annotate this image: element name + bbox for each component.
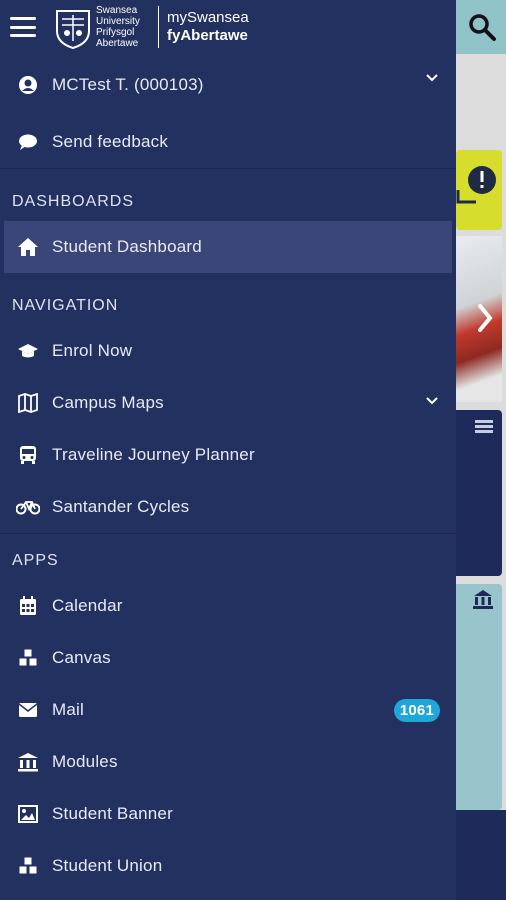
section-header-apps: APPS [12,552,59,569]
chevron-down-icon[interactable] [426,72,438,84]
sidebar-item-label: Calendar [52,596,123,615]
user-circle-icon [16,73,40,97]
institution-icon [473,590,493,609]
sidebar-item-calendar[interactable]: Calendar [0,580,456,632]
sidebar-item-enrol-now[interactable]: Enrol Now [0,325,456,377]
sidebar-item-label: Modules [52,752,118,771]
dashboard-card[interactable] [456,410,502,576]
chevron-right-icon[interactable] [456,236,502,402]
bottom-bar [456,810,506,900]
sidebar-item-label: Student Banner [52,804,173,823]
send-feedback-item[interactable]: Send feedback [0,116,456,168]
drawer-header: Swansea University Prifysgol Abertawe my… [0,0,456,54]
graduation-cap-icon [16,339,40,363]
cubes-icon [16,646,40,670]
sidebar-item-label: Student Union [52,856,163,875]
alert-card[interactable] [456,150,502,230]
image-icon [16,802,40,826]
modules-card[interactable] [456,584,502,810]
section-header-dashboards: DASHBOARDS [12,193,135,210]
sidebar-item-label: Santander Cycles [52,497,190,516]
bus-icon [16,443,40,467]
navigation-drawer: Swansea University Prifysgol Abertawe my… [0,0,456,900]
sidebar-item-santander-cycles[interactable]: Santander Cycles [0,481,456,533]
search-icon[interactable] [467,12,497,42]
hamburger-menu-icon[interactable] [10,17,36,37]
alert-icon [456,166,496,204]
send-feedback-label: Send feedback [52,132,169,151]
bicycle-icon [16,495,40,519]
app-brand: mySwansea fyAbertawe [167,9,249,45]
brand-line-1: mySwansea [167,9,249,26]
list-icon [475,420,493,433]
user-name: MCTest T. (000103) [52,75,204,94]
sidebar-item-label: Canvas [52,648,111,667]
user-account-item[interactable]: MCTest T. (000103) [0,54,456,116]
sidebar-item-label: Student Dashboard [52,237,202,256]
brand-line-2: fyAbertawe [167,27,248,44]
home-icon [16,235,40,259]
sidebar-item-canvas[interactable]: Canvas [0,632,456,684]
sidebar-item-student-union[interactable]: Student Union [0,840,456,892]
sidebar-item-student-banner[interactable]: Student Banner [0,788,456,840]
sidebar-item-modules[interactable]: Modules [0,736,456,788]
section-header-navigation: NAVIGATION [12,297,119,314]
cubes-icon [16,854,40,878]
sidebar-item-traveline[interactable]: Traveline Journey Planner [0,429,456,481]
crest-icon [56,10,90,49]
sidebar-item-campus-maps[interactable]: Campus Maps [0,377,456,429]
unread-count-badge: 1061 [393,699,440,722]
carousel-image[interactable] [456,236,502,402]
map-icon [16,391,40,415]
comment-icon [16,130,40,154]
logo-wordmark: Swansea University Prifysgol Abertawe [96,5,140,49]
university-logo: Swansea University Prifysgol Abertawe my… [54,5,249,49]
sidebar-item-mail[interactable]: Mail 1061 [0,684,456,736]
calendar-icon [16,594,40,618]
logo-divider [158,6,159,48]
envelope-icon [16,698,40,722]
chevron-down-icon[interactable] [426,395,438,407]
sidebar-item-student-dashboard[interactable]: Student Dashboard [4,221,452,273]
sidebar-item-label: Traveline Journey Planner [52,445,255,464]
sidebar-item-label: Enrol Now [52,341,133,360]
institution-icon [16,750,40,774]
sidebar-item-label: Campus Maps [52,393,164,412]
